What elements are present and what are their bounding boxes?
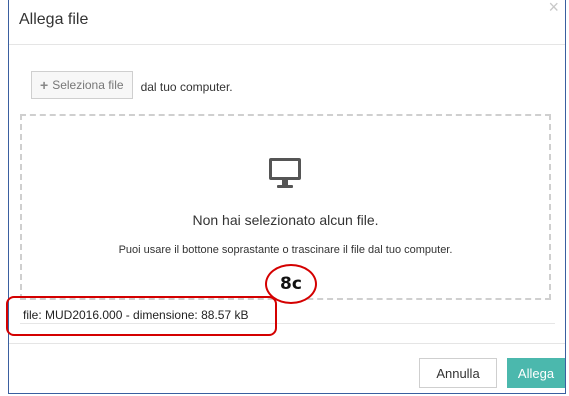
annotation-badge: 8c (265, 264, 317, 304)
select-file-suffix: dal tuo computer. (140, 79, 233, 94)
select-file-row: + Seleziona file dal tuo computer. (31, 70, 233, 100)
dialog-header: Allega file × (9, 0, 565, 45)
footer-divider (9, 343, 565, 344)
monitor-icon (269, 158, 301, 188)
dropzone-hint: Puoi usare il bottone soprastante o tras… (118, 244, 453, 256)
select-file-button[interactable]: + Seleziona file (31, 71, 133, 99)
dropzone-title: Non hai selezionato alcun file. (192, 212, 379, 228)
cancel-button[interactable]: Annulla (419, 358, 497, 388)
plus-icon: + (40, 77, 49, 93)
select-file-label: Seleziona file (52, 78, 124, 92)
dialog-title: Allega file (19, 11, 89, 28)
annotation-highlight-box (6, 296, 277, 336)
attach-button[interactable]: Allega (507, 358, 565, 388)
close-icon[interactable]: × (548, 0, 559, 16)
